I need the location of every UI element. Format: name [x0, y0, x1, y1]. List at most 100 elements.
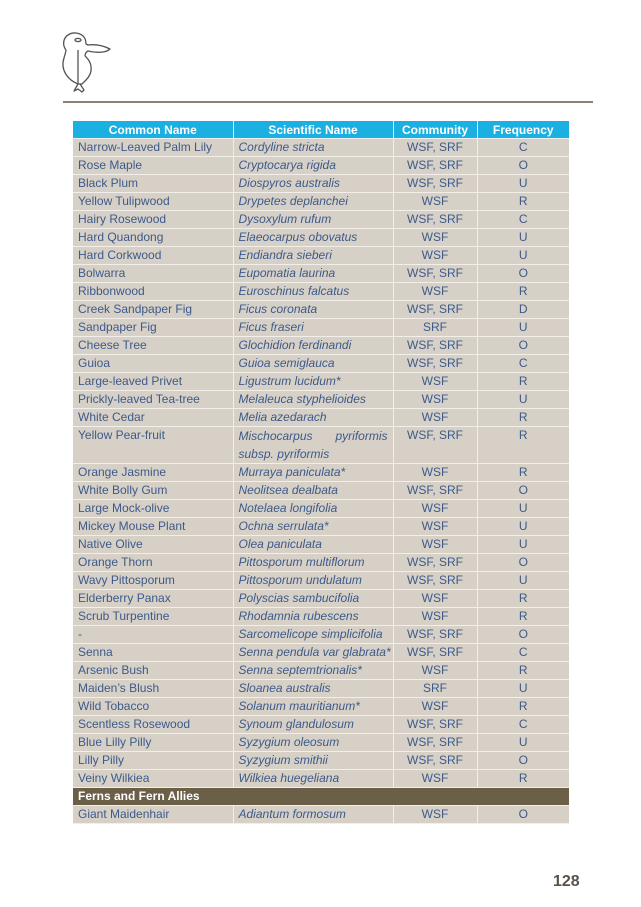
community-cell: WSF: [393, 499, 478, 518]
common-name-cell: Blue Lilly Pilly: [73, 733, 234, 752]
scientific-name-cell: Diospyros australis: [233, 174, 394, 193]
community-cell: WSF: [393, 282, 478, 301]
community-cell: WSF: [393, 228, 478, 247]
table-row: Black Plum Diospyros australis WSF, SRF U: [73, 174, 569, 193]
frequency-cell: R: [477, 426, 569, 464]
page-number: 128: [553, 873, 580, 890]
table-row: White Bolly Gum Neolitsea dealbata WSF, SR…: [73, 481, 569, 500]
species-table: Common Name Scientific Name Community Fr…: [73, 121, 569, 824]
scientific-name-cell: Pittosporum multiflorum: [233, 553, 394, 572]
table-row: Large Mock-olive Notelaea longifolia WSF U: [73, 499, 569, 518]
table-row: Veiny Wilkiea Wilkiea huegeliana WSF R: [73, 769, 569, 788]
table-row: Hairy Rosewood Dysoxylum rufum WSF, SRF C: [73, 210, 569, 229]
common-name-cell: Hairy Rosewood: [73, 210, 234, 229]
common-name-cell: Creek Sandpaper Fig: [73, 300, 234, 319]
frequency-cell: U: [477, 174, 569, 193]
table-row: Large-leaved Privet Ligustrum lucidum* WSF…: [73, 372, 569, 391]
community-cell: WSF: [393, 697, 478, 716]
community-cell: WSF: [393, 390, 478, 409]
frequency-cell: C: [477, 715, 569, 734]
frequency-cell: D: [477, 300, 569, 319]
common-name-cell: Bolwarra: [73, 264, 234, 283]
frequency-cell: R: [477, 192, 569, 211]
scientific-name-cell: Sloanea australis: [233, 679, 394, 698]
common-name-cell: Sandpaper Fig: [73, 318, 234, 337]
frequency-cell: O: [477, 625, 569, 644]
kookaburra-bird-icon: [62, 32, 111, 93]
scientific-name-cell: Polyscias sambucifolia: [233, 589, 394, 608]
scientific-name-cell: Adiantum formosum: [233, 805, 394, 824]
table-row: Elderberry Panax Polyscias sambucifolia WS…: [73, 589, 569, 608]
frequency-cell: R: [477, 661, 569, 680]
frequency-cell: O: [477, 553, 569, 572]
table-row: Arsenic Bush Senna septemtrionalis* WSF R: [73, 661, 569, 680]
table-row: Scentless Rosewood Synoum glandulosum WSF,…: [73, 715, 569, 734]
table-row: Yellow Pear-fruit Mischocarpus pyriformis…: [73, 426, 569, 464]
community-cell: WSF, SRF: [393, 210, 478, 229]
community-cell: WSF, SRF: [393, 174, 478, 193]
common-name-cell: Large-leaved Privet: [73, 372, 234, 391]
common-name-cell: Maiden’s Blush: [73, 679, 234, 698]
scientific-name-cell: Cordyline stricta: [233, 138, 394, 157]
table-row: Orange Thorn Pittosporum multiflorum WSF, …: [73, 553, 569, 572]
common-name-cell: Scrub Turpentine: [73, 607, 234, 626]
common-name-cell: Arsenic Bush: [73, 661, 234, 680]
table-row: Bolwarra Eupomatia laurina WSF, SRF O: [73, 264, 569, 283]
common-name-cell: Wavy Pittosporum: [73, 571, 234, 590]
frequency-cell: R: [477, 769, 569, 788]
common-name-cell: Wild Tobacco: [73, 697, 234, 716]
common-name-cell: Cheese Tree: [73, 336, 234, 355]
community-cell: WSF, SRF: [393, 643, 478, 662]
common-name-cell: Yellow Pear-fruit: [73, 426, 234, 464]
community-cell: WSF, SRF: [393, 625, 478, 644]
table-row: White Cedar Melia azedarach WSF R: [73, 408, 569, 427]
table-row: - Sarcomelicope simplicifolia WSF, SRF O: [73, 625, 569, 644]
common-name-cell: Orange Thorn: [73, 553, 234, 572]
community-cell: WSF, SRF: [393, 354, 478, 373]
community-cell: WSF, SRF: [393, 571, 478, 590]
frequency-cell: U: [477, 499, 569, 518]
common-name-cell: Hard Corkwood: [73, 246, 234, 265]
frequency-cell: O: [477, 481, 569, 500]
table-row: Hard Quandong Elaeocarpus obovatus WSF U: [73, 228, 569, 247]
scientific-name-cell: Notelaea longifolia: [233, 499, 394, 518]
common-name-cell: Veiny Wilkiea: [73, 769, 234, 788]
table-row: Native Olive Olea paniculata WSF U: [73, 535, 569, 554]
frequency-cell: O: [477, 751, 569, 770]
table-header-row: Common Name Scientific Name Community Fr…: [73, 121, 569, 139]
scientific-name-cell: Melia azedarach: [233, 408, 394, 427]
table-row: Ribbonwood Euroschinus falcatus WSF R: [73, 282, 569, 301]
column-header-common-name: Common Name: [73, 121, 234, 139]
table-row: Sandpaper Fig Ficus fraseri SRF U: [73, 318, 569, 337]
frequency-cell: R: [477, 463, 569, 482]
scientific-name-cell: Cryptocarya rigida: [233, 156, 394, 175]
scientific-name-cell: Wilkiea huegeliana: [233, 769, 394, 788]
frequency-cell: U: [477, 517, 569, 536]
table-row: Rose Maple Cryptocarya rigida WSF, SRF O: [73, 156, 569, 175]
scientific-name-cell: Elaeocarpus obovatus: [233, 228, 394, 247]
common-name-cell: -: [73, 625, 234, 644]
scientific-name-cell: Euroschinus falcatus: [233, 282, 394, 301]
common-name-cell: Prickly-leaved Tea-tree: [73, 390, 234, 409]
frequency-cell: R: [477, 408, 569, 427]
scientific-name-cell: Dysoxylum rufum: [233, 210, 394, 229]
table-row: Orange Jasmine Murraya paniculata* WSF R: [73, 463, 569, 482]
common-name-cell: Hard Quandong: [73, 228, 234, 247]
frequency-cell: O: [477, 156, 569, 175]
frequency-cell: O: [477, 264, 569, 283]
scientific-name-cell: Senna pendula var glabrata*: [233, 643, 394, 662]
frequency-cell: C: [477, 354, 569, 373]
table-row: Guioa Guioa semiglauca WSF, SRF C: [73, 354, 569, 373]
frequency-cell: O: [477, 336, 569, 355]
scientific-name-cell: Mischocarpus pyriformis subsp. pyriformis: [233, 426, 394, 464]
community-cell: WSF: [393, 589, 478, 608]
common-name-cell: White Cedar: [73, 408, 234, 427]
common-name-cell: Mickey Mouse Plant: [73, 517, 234, 536]
community-cell: WSF: [393, 805, 478, 824]
frequency-cell: C: [477, 643, 569, 662]
frequency-cell: U: [477, 733, 569, 752]
frequency-cell: U: [477, 535, 569, 554]
scientific-name-line: Mischocarpus pyriformis: [238, 429, 388, 443]
community-cell: WSF, SRF: [393, 751, 478, 770]
community-cell: WSF, SRF: [393, 336, 478, 355]
